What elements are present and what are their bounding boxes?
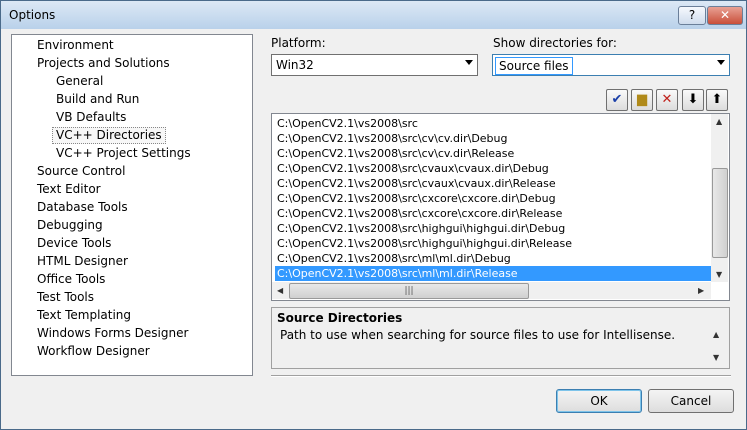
tree-item-text-templating[interactable]: Text Templating (34, 307, 134, 324)
tree-item-vc-project-settings[interactable]: VC++ Project Settings (53, 145, 194, 162)
horizontal-scrollbar[interactable]: ◀ ||| ▶ (272, 282, 711, 299)
tree-item-workflow-designer[interactable]: Workflow Designer (34, 343, 153, 360)
title-bar[interactable]: Options ? ✕ (1, 1, 746, 29)
tree-item-debugging[interactable]: Debugging (34, 217, 106, 234)
tree-item-windows-forms-designer[interactable]: Windows Forms Designer (34, 325, 191, 342)
tree-item-vc-directories[interactable]: VC++ Directories (52, 127, 166, 144)
tree-item-office-tools[interactable]: Office Tools (34, 271, 108, 288)
tree-item-database-tools[interactable]: Database Tools (34, 199, 131, 216)
tree-item-vb-defaults[interactable]: VB Defaults (53, 109, 129, 126)
tree-item-text-editor[interactable]: Text Editor (34, 181, 104, 198)
delete-icon[interactable]: ✕ (656, 89, 678, 111)
list-item[interactable]: C:\OpenCV2.1\vs2008\src\cxcore\cxcore.di… (275, 206, 713, 221)
scroll-thumb[interactable] (712, 168, 728, 258)
tree-item-source-control[interactable]: Source Control (34, 163, 128, 180)
list-item[interactable]: C:\OpenCV2.1\vs2008\src\cv\cv.dir\Releas… (275, 146, 713, 161)
cancel-button[interactable]: Cancel (648, 389, 734, 413)
vertical-scrollbar[interactable]: ▲ ▼ (711, 114, 728, 282)
close-button[interactable]: ✕ (707, 6, 743, 25)
description-text: Path to use when searching for source fi… (280, 328, 676, 342)
tree-item-test-tools[interactable]: Test Tools (34, 289, 97, 306)
list-item[interactable]: C:\OpenCV2.1\vs2008\src (275, 116, 713, 131)
description-title: Source Directories (277, 311, 403, 325)
list-item-selected[interactable]: C:\OpenCV2.1\vs2008\src\ml\ml.dir\Releas… (275, 266, 713, 281)
scroll-up-icon[interactable]: ▲ (716, 117, 722, 126)
description-panel: Source Directories Path to use when sear… (271, 307, 730, 369)
divider (271, 375, 731, 377)
help-button[interactable]: ? (678, 6, 706, 25)
show-directories-label: Show directories for: (493, 36, 617, 50)
scroll-down-icon[interactable]: ▼ (716, 270, 722, 279)
list-item[interactable]: C:\OpenCV2.1\vs2008\src\ml\ml.dir\Debug (275, 251, 713, 266)
show-directories-value: Source files (495, 57, 573, 75)
chevron-down-icon (717, 60, 725, 65)
arrow-down-icon[interactable]: ⬇ (682, 89, 704, 111)
scroll-thumb[interactable]: ||| (289, 283, 529, 299)
scroll-up-icon[interactable]: ▲ (713, 330, 719, 339)
scroll-left-icon[interactable]: ◀ (277, 286, 283, 295)
tree-item-environment[interactable]: Environment (34, 37, 117, 54)
options-dialog: Options ? ✕ Environment Projects and Sol… (0, 0, 747, 430)
tree-item-build-and-run[interactable]: Build and Run (53, 91, 142, 108)
tree-item-device-tools[interactable]: Device Tools (34, 235, 114, 252)
scroll-right-icon[interactable]: ▶ (698, 286, 704, 295)
options-tree[interactable]: Environment Projects and Solutions Gener… (11, 34, 253, 376)
show-directories-combo[interactable]: Source files (492, 54, 730, 76)
chevron-down-icon (465, 60, 473, 65)
list-item[interactable]: C:\OpenCV2.1\vs2008\src\cvaux\cvaux.dir\… (275, 176, 713, 191)
new-folder-icon[interactable]: ▆ (631, 89, 653, 111)
tree-item-general[interactable]: General (53, 73, 106, 90)
platform-label: Platform: (271, 36, 326, 50)
list-item[interactable]: C:\OpenCV2.1\vs2008\src\cxcore\cxcore.di… (275, 191, 713, 206)
platform-value: Win32 (276, 58, 314, 72)
list-item[interactable]: C:\OpenCV2.1\vs2008\src\cv\cv.dir\Debug (275, 131, 713, 146)
scroll-down-icon[interactable]: ▼ (713, 353, 719, 362)
list-item[interactable]: C:\OpenCV2.1\vs2008\src\cvaux\cvaux.dir\… (275, 161, 713, 176)
list-item[interactable]: C:\OpenCV2.1\vs2008\src\highgui\highgui.… (275, 221, 713, 236)
tree-item-projects-and-solutions[interactable]: Projects and Solutions (34, 55, 173, 72)
platform-combo[interactable]: Win32 (271, 54, 478, 76)
arrow-up-icon[interactable]: ⬆ (706, 89, 728, 111)
ok-button[interactable]: OK (556, 389, 642, 413)
tree-item-html-designer[interactable]: HTML Designer (34, 253, 131, 270)
directory-list[interactable]: C:\OpenCV2.1\vs2008\src C:\OpenCV2.1\vs2… (271, 113, 730, 301)
window-title: Options (9, 8, 56, 22)
check-icon[interactable]: ✔ (606, 89, 628, 111)
list-item[interactable]: C:\OpenCV2.1\vs2008\src\highgui\highgui.… (275, 236, 713, 251)
